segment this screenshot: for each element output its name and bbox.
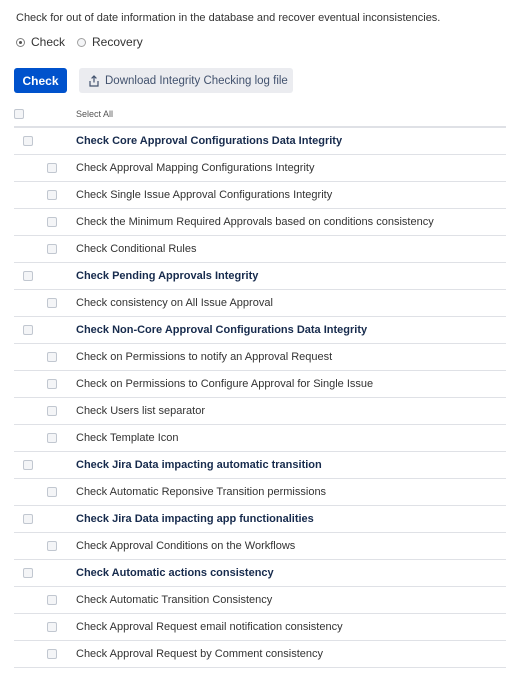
item-label: Check on Permissions to Configure Approv… xyxy=(76,378,374,390)
item-checkbox[interactable] xyxy=(47,298,57,308)
radio-recovery-label: Recovery xyxy=(92,35,143,49)
check-group-row: Check Core Approval Configurations Data … xyxy=(14,128,506,155)
item-label: Check Users list separator xyxy=(76,405,205,417)
check-item-row: Check Approval Request by Comment consis… xyxy=(14,641,506,668)
group-checkbox[interactable] xyxy=(23,325,33,335)
check-group-row: Check Automatic actions consistency xyxy=(14,560,506,587)
check-item-row: Check Template Icon xyxy=(14,425,506,452)
item-label: Check Automatic Reponsive Transition per… xyxy=(76,486,327,498)
check-item-row: Check Approval Mapping Configurations In… xyxy=(14,155,506,182)
item-checkbox[interactable] xyxy=(47,379,57,389)
group-label: Check Jira Data impacting automatic tran… xyxy=(76,459,322,471)
item-checkbox[interactable] xyxy=(47,622,57,632)
group-checkbox[interactable] xyxy=(23,568,33,578)
check-item-row: Check Users list separator xyxy=(14,398,506,425)
check-item-row: Check on Permissions to Configure Approv… xyxy=(14,371,506,398)
radio-recovery[interactable] xyxy=(77,37,87,47)
item-label: Check consistency on All Issue Approval xyxy=(76,297,273,309)
item-checkbox[interactable] xyxy=(47,595,57,605)
intro-text: Check for out of date information in the… xyxy=(16,12,441,24)
item-label: Check Single Issue Approval Configuratio… xyxy=(76,189,333,201)
item-checkbox[interactable] xyxy=(47,163,57,173)
mode-radio-group: Check Recovery xyxy=(16,35,155,49)
integrity-check-table: Select All Check Core Approval Configura… xyxy=(14,101,506,668)
item-label: Check Conditional Rules xyxy=(76,243,197,255)
item-label: Check Approval Request by Comment consis… xyxy=(76,648,324,660)
group-checkbox[interactable] xyxy=(23,136,33,146)
item-checkbox[interactable] xyxy=(47,487,57,497)
check-item-row: Check Conditional Rules xyxy=(14,236,506,263)
group-label: Check Automatic actions consistency xyxy=(76,567,274,579)
check-item-row: Check consistency on All Issue Approval xyxy=(14,290,506,317)
select-all-row: Select All xyxy=(14,101,506,128)
item-checkbox[interactable] xyxy=(47,406,57,416)
item-checkbox[interactable] xyxy=(47,217,57,227)
item-checkbox[interactable] xyxy=(47,352,57,362)
item-label: Check Automatic Transition Consistency xyxy=(76,594,273,606)
group-label: Check Non-Core Approval Configurations D… xyxy=(76,324,368,336)
check-item-row: Check Single Issue Approval Configuratio… xyxy=(14,182,506,209)
item-checkbox[interactable] xyxy=(47,190,57,200)
item-label: Check the Minimum Required Approvals bas… xyxy=(76,216,434,228)
check-group-row: Check Non-Core Approval Configurations D… xyxy=(14,317,506,344)
check-group-row: Check Pending Approvals Integrity xyxy=(14,263,506,290)
item-checkbox[interactable] xyxy=(47,649,57,659)
check-button[interactable]: Check xyxy=(14,68,67,93)
radio-check-option[interactable]: Check xyxy=(16,35,65,49)
check-item-row: Check Approval Request email notificatio… xyxy=(14,614,506,641)
upload-icon xyxy=(88,74,100,87)
item-checkbox[interactable] xyxy=(47,541,57,551)
check-item-row: Check Approval Conditions on the Workflo… xyxy=(14,533,506,560)
group-label: Check Pending Approvals Integrity xyxy=(76,270,259,282)
item-label: Check Approval Conditions on the Workflo… xyxy=(76,540,296,552)
select-all-checkbox[interactable] xyxy=(14,108,24,119)
check-group-row: Check Jira Data impacting automatic tran… xyxy=(14,452,506,479)
select-all-label: Select All xyxy=(76,108,114,119)
check-item-row: Check on Permissions to notify an Approv… xyxy=(14,344,506,371)
radio-check[interactable] xyxy=(16,37,25,47)
item-label: Check on Permissions to notify an Approv… xyxy=(76,351,333,363)
check-item-row: Check Automatic Reponsive Transition per… xyxy=(14,479,506,506)
item-label: Check Template Icon xyxy=(76,432,179,444)
item-checkbox[interactable] xyxy=(47,433,57,443)
item-label: Check Approval Mapping Configurations In… xyxy=(76,162,315,174)
group-checkbox[interactable] xyxy=(23,514,33,524)
group-label: Check Jira Data impacting app functional… xyxy=(76,513,314,525)
download-log-button[interactable]: Download Integrity Checking log file xyxy=(79,68,293,93)
group-checkbox[interactable] xyxy=(23,271,33,281)
group-label: Check Core Approval Configurations Data … xyxy=(76,135,343,147)
radio-recovery-option[interactable]: Recovery xyxy=(77,35,143,49)
item-checkbox[interactable] xyxy=(47,244,57,254)
radio-check-label: Check xyxy=(31,35,66,49)
download-log-label: Download Integrity Checking log file xyxy=(105,74,288,87)
item-label: Check Approval Request email notificatio… xyxy=(76,621,343,633)
check-item-row: Check Automatic Transition Consistency xyxy=(14,587,506,614)
group-checkbox[interactable] xyxy=(23,460,33,470)
check-group-row: Check Jira Data impacting app functional… xyxy=(14,506,506,533)
check-item-row: Check the Minimum Required Approvals bas… xyxy=(14,209,506,236)
